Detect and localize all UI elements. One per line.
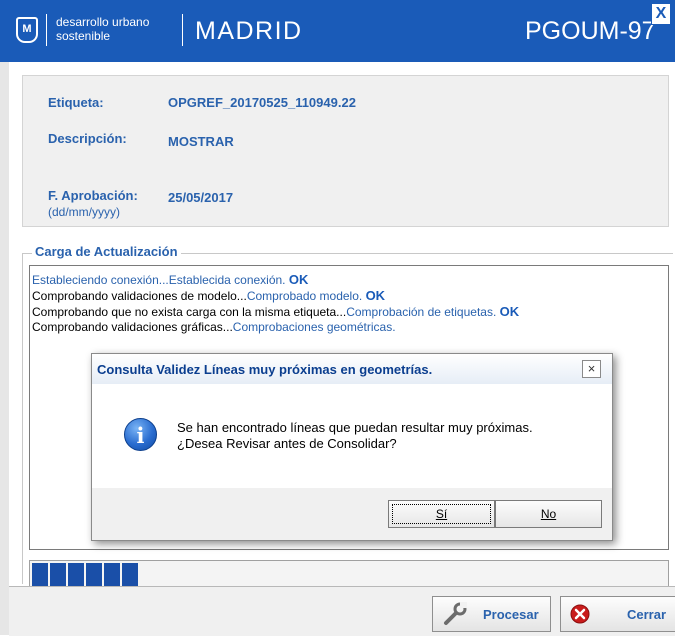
window-close-button[interactable]: X: [651, 3, 671, 25]
confirm-dialog: Consulta Validez Líneas muy próximas en …: [91, 353, 613, 541]
info-icon: i: [124, 418, 157, 451]
plan-name: PGOUM-97: [525, 17, 656, 45]
procesar-button[interactable]: Procesar: [432, 596, 551, 632]
header-divider: [46, 14, 47, 46]
log-status: Establecida conexión.: [168, 273, 286, 287]
footer-bar: Procesar Cerrar: [9, 586, 675, 636]
aprobacion-label: F. Aprobación:: [48, 188, 138, 203]
progress-block: [86, 563, 102, 587]
log-line: Estableciendo conexión...Establecida con…: [32, 272, 308, 288]
madrid-crest-icon: M: [16, 17, 38, 43]
dialog-titlebar[interactable]: Consulta Validez Líneas muy próximas en …: [92, 354, 612, 384]
dialog-message: Se han encontrado líneas que puedan resu…: [177, 420, 533, 452]
department-line-2: sostenible: [56, 29, 111, 43]
log-ok: OK: [499, 304, 520, 319]
procesar-label: Procesar: [483, 607, 539, 622]
department-name: desarrollo urbano sostenible: [56, 15, 149, 43]
log-ok: OK: [288, 272, 309, 287]
log-status: Comprobaciones geométricas.: [232, 320, 396, 334]
progress-block: [104, 563, 120, 587]
log-action: Comprobando validaciones gráficas...: [32, 320, 233, 334]
log-line: Comprobando validaciones gráficas...Comp…: [32, 320, 396, 335]
progress-block: [50, 563, 66, 587]
cerrar-button[interactable]: Cerrar: [560, 596, 675, 632]
log-action: Estableciendo conexión...: [32, 273, 169, 287]
dialog-close-button[interactable]: ×: [582, 360, 601, 378]
app-header: M desarrollo urbano sostenible MADRID PG…: [0, 0, 675, 62]
window-left-edge: [0, 62, 9, 635]
dialog-body: i Se han encontrado líneas que puedan re…: [92, 384, 612, 488]
dialog-title: Consulta Validez Líneas muy próximas en …: [97, 362, 433, 377]
aprobacion-format-hint: (dd/mm/yyyy): [48, 205, 120, 219]
department-line-1: desarrollo urbano: [56, 15, 150, 29]
log-line: Comprobando validaciones de modelo...Com…: [32, 288, 385, 304]
etiqueta-value: OPGREF_20170525_110949.22: [168, 95, 356, 110]
log-line: Comprobando que no exista carga con la m…: [32, 304, 519, 320]
descripcion-label: Descripción:: [48, 131, 127, 146]
log-action: Comprobando que no exista carga con la m…: [32, 305, 347, 319]
cerrar-label: Cerrar: [627, 607, 667, 622]
wrench-icon: [444, 602, 467, 625]
log-ok: OK: [365, 288, 386, 303]
progress-block: [32, 563, 48, 587]
focus-ring: [392, 504, 491, 524]
progress-block: [68, 563, 84, 587]
log-status: Comprobado modelo.: [246, 289, 363, 303]
etiqueta-label: Etiqueta:: [48, 95, 104, 110]
dialog-message-line-1: Se han encontrado líneas que puedan resu…: [177, 420, 533, 435]
header-divider: [182, 14, 183, 46]
no-label: No: [540, 507, 557, 521]
progress-block: [122, 563, 138, 587]
descripcion-value: MOSTRAR: [168, 134, 234, 149]
dialog-message-line-2: ¿Desea Revisar antes de Consolidar?: [177, 436, 397, 451]
city-name: MADRID: [195, 17, 303, 45]
no-button[interactable]: No: [495, 500, 602, 528]
log-action: Comprobando validaciones de modelo...: [32, 289, 247, 303]
log-status: Comprobación de etiquetas.: [346, 305, 497, 319]
cancel-icon: [570, 604, 590, 624]
carga-group-label: Carga de Actualización: [32, 244, 181, 259]
yes-button[interactable]: Sí: [388, 500, 495, 528]
aprobacion-value: 25/05/2017: [168, 190, 234, 205]
